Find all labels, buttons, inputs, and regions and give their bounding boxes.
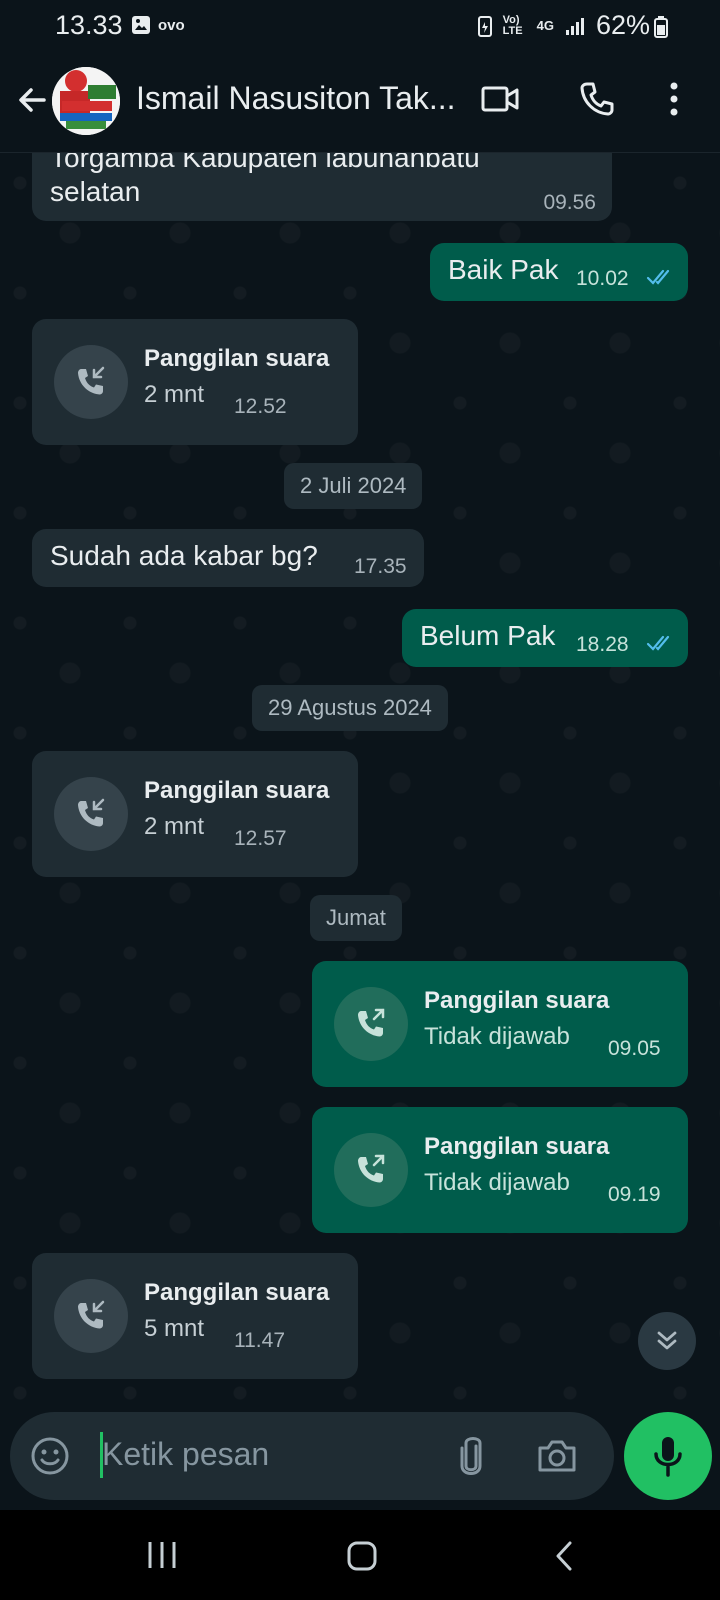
message-outgoing[interactable]: Belum Pak 18.28 <box>402 609 688 667</box>
outgoing-call-icon <box>358 1008 385 1037</box>
video-call-icon[interactable] <box>480 80 520 118</box>
double-chevron-down-icon <box>657 1331 677 1350</box>
call-title: Panggilan suara <box>144 1279 330 1306</box>
call-log-outgoing[interactable]: Panggilan suara Tidak dijawab 09.19 <box>312 1107 688 1233</box>
status-right-icons: Vo) LTE 4G 62% <box>477 10 650 41</box>
message-composer: Ketik pesan <box>10 1412 614 1500</box>
system-navigation-bar <box>0 1510 720 1600</box>
contact-name[interactable]: Ismail Nasusiton Tak... <box>136 80 466 117</box>
message-incoming[interactable]: Torgamba Kabupaten labunanbatu selatan 0… <box>32 153 612 221</box>
signal-icon <box>565 17 584 35</box>
home-icon[interactable] <box>346 1540 378 1572</box>
recent-apps-icon[interactable] <box>146 1540 178 1570</box>
message-time: 12.57 <box>234 827 287 850</box>
network-label: 4G <box>536 18 554 33</box>
status-bar: 13.33 ovo Vo) LTE 4G 62% <box>0 0 720 52</box>
chat-area[interactable]: Torgamba Kabupaten labunanbatu selatan 0… <box>0 153 720 1409</box>
date-separator: 29 Agustus 2024 <box>252 685 448 731</box>
call-icon-container <box>54 1279 128 1353</box>
outgoing-call-icon <box>358 1154 385 1183</box>
message-incoming[interactable]: Sudah ada kabar bg? 17.35 <box>32 529 424 587</box>
call-log-incoming[interactable]: Panggilan suara 5 mnt 11.47 <box>32 1253 358 1379</box>
message-text: Torgamba Kabupaten labunanbatu selatan <box>50 153 480 207</box>
message-time: 17.35 <box>354 555 407 578</box>
message-text: Belum Pak <box>420 620 556 651</box>
message-text: Baik Pak <box>448 254 559 285</box>
message-time: 09.05 <box>608 1037 661 1060</box>
camera-icon[interactable] <box>536 1436 578 1476</box>
message-time: 12.52 <box>234 395 287 418</box>
message-time: 10.02 <box>576 267 629 290</box>
battery-saver-icon <box>477 15 492 37</box>
incoming-call-icon <box>78 1300 105 1329</box>
call-icon-container <box>54 777 128 851</box>
read-receipt-icon <box>646 635 670 651</box>
chat-header: Ismail Nasusiton Tak... <box>0 52 720 153</box>
call-status: Tidak dijawab <box>424 1023 570 1050</box>
voice-message-button[interactable] <box>624 1412 712 1500</box>
call-title: Panggilan suara <box>144 777 330 804</box>
message-time: 18.28 <box>576 633 629 656</box>
message-time: 11.47 <box>234 1329 285 1352</box>
call-title: Panggilan suara <box>424 1133 610 1160</box>
call-log-incoming[interactable]: Panggilan suara 2 mnt 12.57 <box>32 751 358 877</box>
gallery-icon <box>132 16 150 34</box>
emoji-icon[interactable] <box>30 1436 70 1476</box>
status-notification-icons: ovo <box>130 14 185 36</box>
call-duration: 2 mnt <box>144 381 205 408</box>
back-arrow-icon[interactable] <box>14 82 50 118</box>
battery-icon <box>654 16 668 38</box>
voice-call-icon[interactable] <box>578 80 616 118</box>
call-title: Panggilan suara <box>144 345 330 372</box>
attachment-icon[interactable] <box>454 1434 488 1478</box>
microphone-icon <box>654 1437 682 1477</box>
volte-label: Vo) LTE <box>502 13 523 37</box>
contact-avatar[interactable] <box>52 67 120 135</box>
message-outgoing[interactable]: Baik Pak 10.02 <box>430 243 688 301</box>
call-icon-container <box>334 987 408 1061</box>
call-icon-container <box>54 345 128 419</box>
call-icon-container <box>334 1133 408 1207</box>
incoming-call-icon <box>78 798 105 827</box>
call-log-outgoing[interactable]: Panggilan suara Tidak dijawab 09.05 <box>312 961 688 1087</box>
read-receipt-icon <box>646 269 670 285</box>
date-separator: Jumat <box>310 895 402 941</box>
call-duration: 2 mnt <box>144 813 205 840</box>
call-title: Panggilan suara <box>424 987 610 1014</box>
message-input[interactable]: Ketik pesan <box>102 1436 269 1473</box>
scroll-to-bottom-button[interactable] <box>638 1312 696 1370</box>
call-status: Tidak dijawab <box>424 1169 570 1196</box>
status-time: 13.33 <box>55 10 123 40</box>
ovo-label: ovo <box>158 16 185 34</box>
more-options-icon[interactable] <box>668 80 680 118</box>
battery-percentage: 62% <box>595 10 650 40</box>
message-time: 09.19 <box>608 1183 661 1206</box>
back-nav-icon[interactable] <box>552 1540 576 1572</box>
message-time: 09.56 <box>543 191 596 214</box>
date-separator: 2 Juli 2024 <box>284 463 423 509</box>
call-duration: 5 mnt <box>144 1315 205 1342</box>
message-text: Sudah ada kabar bg? <box>50 540 318 571</box>
call-log-incoming[interactable]: Panggilan suara 2 mnt 12.52 <box>32 319 358 445</box>
incoming-call-icon <box>78 366 105 395</box>
